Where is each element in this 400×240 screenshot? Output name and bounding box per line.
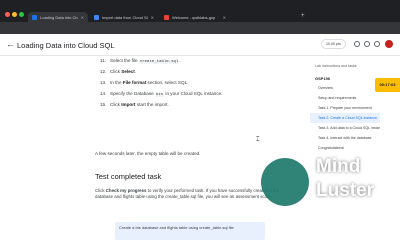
address-bar-area: ← → ↻ cloudskillsboost.google/focuses/11… xyxy=(0,22,400,54)
apps-icon[interactable] xyxy=(364,41,370,47)
paragraph: A few seconds later, the empty table wil… xyxy=(95,151,201,156)
sidebar-item[interactable]: Congratulations! xyxy=(310,143,380,153)
sidebar-category: GSP196 xyxy=(315,76,331,81)
sidebar-item[interactable]: Overview xyxy=(310,83,380,93)
minimize-window-icon[interactable] xyxy=(12,12,17,17)
list-item: 14. Specify the Database bts in your Clo… xyxy=(100,91,223,97)
tab-close-icon[interactable]: ✕ xyxy=(223,15,226,20)
help-icon[interactable] xyxy=(354,41,360,47)
check-progress-box[interactable]: Create a bts database and flights table … xyxy=(115,222,265,240)
tab-close-icon[interactable]: ✕ xyxy=(151,15,154,20)
list-item: 12. Click Select. xyxy=(100,69,137,74)
brain-logo-icon xyxy=(261,158,309,206)
close-window-icon[interactable] xyxy=(5,12,10,17)
notifications-icon[interactable] xyxy=(374,41,380,47)
sidebar-item[interactable]: Task 4. Interact with the database xyxy=(310,133,380,143)
app-header: ← Loading Data into Cloud SQL 10.00 pts xyxy=(0,34,400,56)
mindluster-watermark: Mind Luster xyxy=(261,153,394,233)
sidebar-item[interactable]: Setup and requirements xyxy=(310,93,380,103)
tab-close-icon[interactable]: ✕ xyxy=(81,15,84,20)
list-item: 13. In the File format section, select S… xyxy=(100,80,189,85)
code-snippet[interactable]: create_table.sql xyxy=(138,60,180,64)
cloud-favicon-icon xyxy=(94,14,99,20)
list-item: 11. Select the file create_table.sql. xyxy=(100,58,181,64)
sidebar-item[interactable]: Task 2. Create a Cloud SQL instance xyxy=(310,113,380,123)
section-title: Test completed task xyxy=(95,172,162,181)
lab-timer: 00:17:03 xyxy=(375,78,400,92)
sidebar-list: Overview Setup and requirements Task 1. … xyxy=(310,83,380,153)
maximize-window-icon[interactable] xyxy=(19,12,24,17)
browser-tab[interactable]: Import data from Cloud SQL ✕ xyxy=(90,12,158,22)
watermark-line: Luster xyxy=(316,180,375,201)
step-list: 11. Select the file create_table.sql. 12… xyxy=(100,58,300,113)
new-tab-button[interactable]: + xyxy=(301,13,305,19)
browser-tab[interactable]: Welcome - qwiklabs-gcp ✕ xyxy=(160,12,230,22)
sidebar-item[interactable]: Task 1. Prepare your environment xyxy=(310,103,380,113)
sidebar-item[interactable]: Task 3. Add data to a Cloud SQL instance xyxy=(310,123,380,133)
page-title: Loading Data into Cloud SQL xyxy=(17,41,115,50)
avatar[interactable] xyxy=(385,40,393,48)
browser-tab[interactable]: Loading Data into Cloud SQL ✕ xyxy=(28,12,88,22)
sidebar-header: Lab instructions and tasks xyxy=(315,64,357,68)
watermark-line: Mind xyxy=(316,156,361,177)
cloud-favicon-icon xyxy=(164,14,169,20)
browser-tab-bar: Loading Data into Cloud SQL ✕ Import dat… xyxy=(0,0,400,22)
list-item: 15. Click Import start the import. xyxy=(100,102,169,107)
arrow-left-icon[interactable]: ← xyxy=(6,39,15,49)
credits-badge: 10.00 pts xyxy=(321,39,346,49)
mouse-cursor-icon: ⌶ xyxy=(256,137,260,143)
cloud-favicon-icon xyxy=(32,14,37,20)
code-snippet[interactable]: bts xyxy=(154,93,165,97)
